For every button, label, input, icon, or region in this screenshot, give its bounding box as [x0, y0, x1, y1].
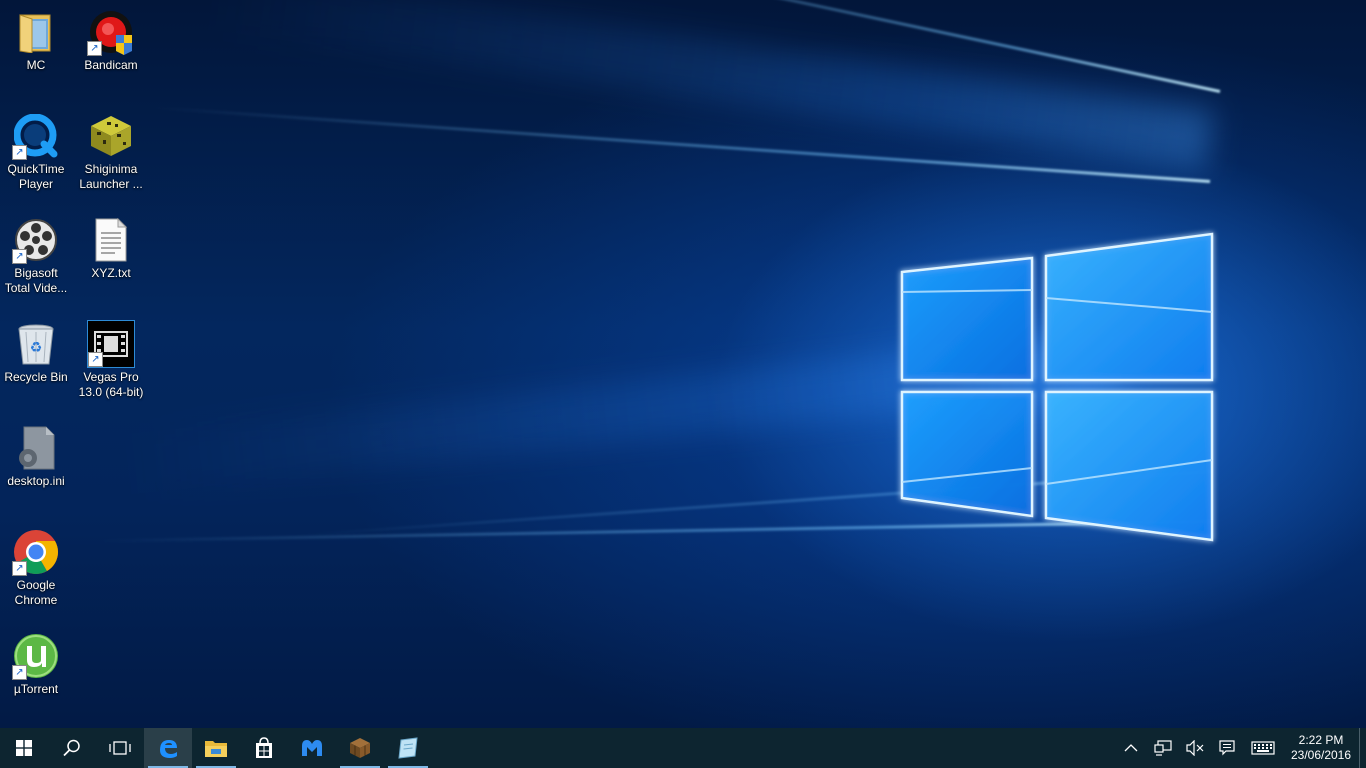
desktop-icon-label: Shiginima Launcher ...: [79, 162, 143, 191]
desktop-icon-vegas-pro[interactable]: ↗ Vegas Pro 13.0 (64-bit): [75, 320, 147, 400]
desktop-icon-label: XYZ.txt: [91, 266, 131, 280]
search-icon: [63, 739, 80, 757]
shortcut-arrow-icon: ↗: [88, 352, 103, 367]
desktop-icon-recycle-bin[interactable]: ♻ Recycle Bin: [0, 320, 72, 385]
shortcut-arrow-icon: ↗: [12, 145, 27, 160]
desktop-icon-bandicam[interactable]: ↗ Bandicam: [75, 8, 147, 73]
desktop-icon-label: QuickTime Player: [7, 162, 65, 191]
clock-time: 2:22 PM: [1298, 733, 1344, 747]
store-icon: [256, 737, 272, 758]
desktop-icon-bigasoft[interactable]: ↗ Bigasoft Total Vide...: [0, 216, 72, 296]
desktop-icon-label: Recycle Bin: [4, 370, 68, 384]
shortcut-arrow-icon: ↗: [12, 249, 27, 264]
windows-logo-wallpaper: [900, 232, 1214, 542]
clock-date: 23/06/2016: [1290, 748, 1352, 762]
task-view-icon: [109, 741, 131, 755]
touch-keyboard-button[interactable]: [1243, 728, 1283, 768]
desktop-icon-label: desktop.ini: [7, 474, 65, 488]
chevron-up-icon: [1124, 744, 1138, 752]
desktop-icon-shiginima[interactable]: Shiginima Launcher ...: [75, 112, 147, 192]
desktop-icon-label: MC: [26, 58, 46, 72]
desktop-icon-mc[interactable]: MC: [0, 8, 72, 73]
folder-icon: [19, 14, 51, 53]
notification-icon: [1219, 740, 1235, 756]
edge-icon: [160, 740, 177, 758]
taskbar-notepad[interactable]: [384, 728, 432, 768]
desktop-icon-label: Vegas Pro 13.0 (64-bit): [78, 370, 144, 399]
network-icon: [1154, 740, 1172, 756]
taskbar-minecraft[interactable]: [336, 728, 384, 768]
taskbar-file-explorer[interactable]: [192, 728, 240, 768]
desktop-icon-label: Google Chrome: [14, 578, 58, 607]
volume-muted-icon: [1186, 740, 1204, 756]
search-button[interactable]: [48, 728, 96, 768]
settings-file-icon: [19, 426, 55, 470]
action-center-button[interactable]: [1211, 728, 1243, 768]
desktop-icon-quicktime[interactable]: ↗ QuickTime Player: [0, 112, 72, 192]
taskbar-clock[interactable]: 2:22 PM 23/06/2016: [1283, 728, 1359, 768]
keyboard-icon: [1251, 741, 1275, 755]
show-hidden-icons-button[interactable]: [1115, 728, 1147, 768]
desktop-icon-label: Bandicam: [84, 58, 138, 72]
desktop-icon-google-chrome[interactable]: ↗ Google Chrome: [0, 528, 72, 608]
shortcut-arrow-icon: ↗: [12, 665, 27, 680]
task-view-button[interactable]: [96, 728, 144, 768]
malwarebytes-icon: [302, 740, 322, 756]
svg-text:♻: ♻: [30, 340, 43, 356]
windows-logo-icon: [16, 740, 32, 756]
start-button[interactable]: [0, 728, 48, 768]
taskbar: 2:22 PM 23/06/2016: [0, 728, 1366, 768]
folder-icon: [205, 741, 227, 757]
minecraft-block-icon: [91, 116, 131, 156]
shortcut-arrow-icon: ↗: [87, 41, 102, 56]
taskbar-store[interactable]: [240, 728, 288, 768]
text-file-icon: [95, 218, 128, 262]
shortcut-arrow-icon: ↗: [12, 561, 27, 576]
taskbar-malwarebytes[interactable]: [288, 728, 336, 768]
volume-button[interactable]: [1179, 728, 1211, 768]
network-button[interactable]: [1147, 728, 1179, 768]
desktop-icon-desktop-ini[interactable]: desktop.ini: [0, 424, 72, 489]
crafting-table-icon: [350, 738, 370, 758]
desktop-icon-label: Bigasoft Total Vide...: [4, 266, 68, 295]
system-tray: 2:22 PM 23/06/2016: [1115, 728, 1366, 768]
taskbar-edge[interactable]: [144, 728, 192, 768]
desktop-icon-xyz-txt[interactable]: XYZ.txt: [75, 216, 147, 281]
notepad-icon: [398, 737, 418, 759]
desktop-background[interactable]: MC ↗ Bandicam ↗ QuickTime Player Shigini…: [0, 0, 1366, 728]
desktop-icon-label: µTorrent: [13, 682, 59, 696]
show-desktop-button[interactable]: [1359, 728, 1366, 768]
desktop-icon-utorrent[interactable]: ↗ µTorrent: [0, 632, 72, 697]
recycle-bin-icon: ♻: [18, 324, 54, 365]
